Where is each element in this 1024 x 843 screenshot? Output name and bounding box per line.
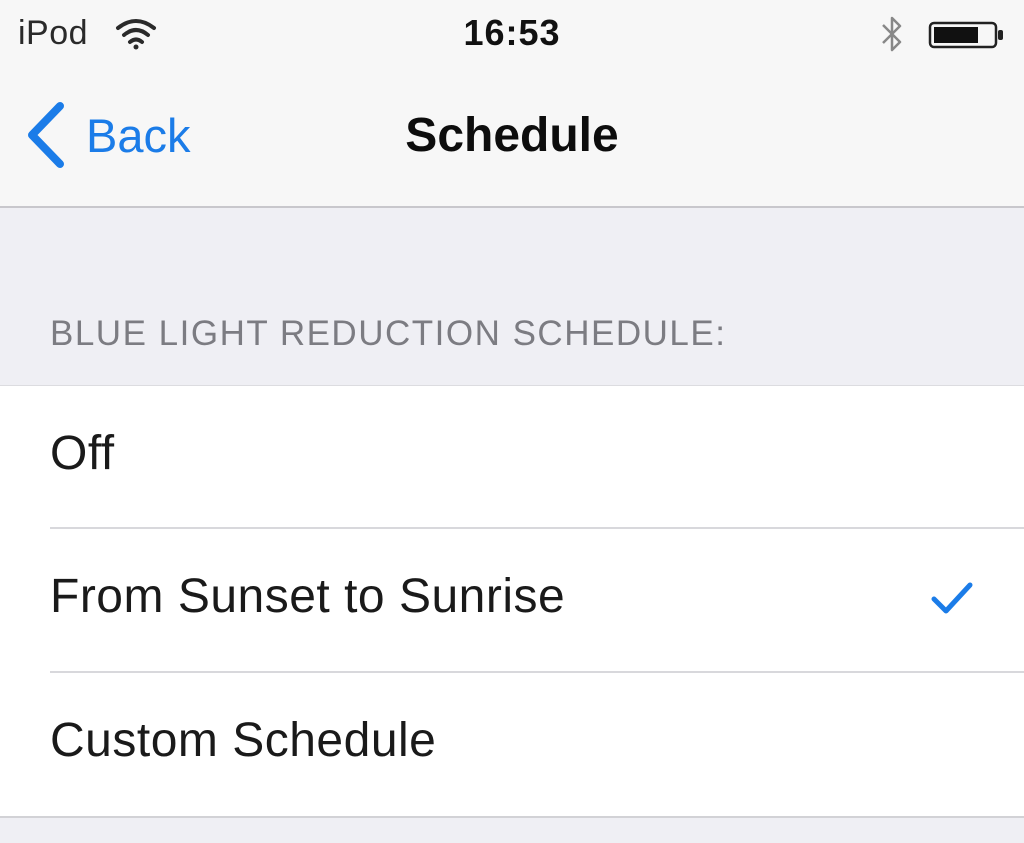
navigation-bar: Back Schedule — [0, 70, 1024, 208]
option-off[interactable]: Off — [0, 386, 1024, 528]
page-title: Schedule — [405, 109, 619, 162]
option-label: From Sunset to Sunrise — [50, 570, 566, 623]
option-label: Custom Schedule — [50, 714, 437, 767]
battery-icon — [928, 21, 1003, 49]
option-sunset-to-sunrise[interactable]: From Sunset to Sunrise — [0, 529, 1024, 671]
option-label: Off — [50, 427, 115, 480]
status-bar: iPod 16:53 — [0, 0, 1024, 70]
schedule-options-list: Off From Sunset to Sunrise Custom Schedu… — [0, 385, 1024, 818]
bluetooth-icon — [882, 16, 902, 52]
status-time: 16:53 — [463, 12, 561, 53]
section-header: BLUE LIGHT REDUCTION SCHEDULE: — [50, 314, 727, 353]
checkmark-icon — [931, 582, 973, 614]
option-custom-schedule[interactable]: Custom Schedule — [0, 673, 1024, 815]
